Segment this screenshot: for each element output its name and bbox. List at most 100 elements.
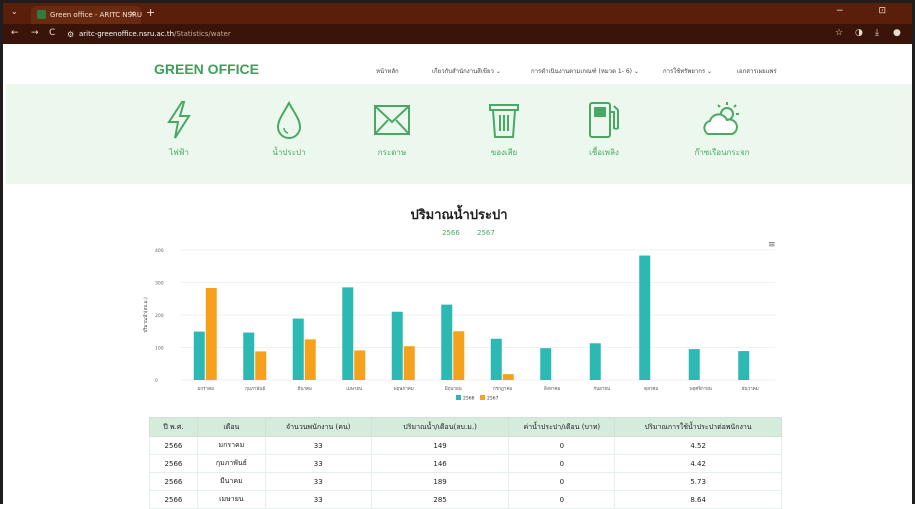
cell-cost: 0 — [508, 472, 616, 491]
site-header: GREEN OFFICE หน้าหลัก เกี่ยวกับสำนักงานส… — [6, 44, 912, 84]
category-paper[interactable]: กระดาษ — [352, 100, 432, 159]
cell-month: มีนาคม — [196, 472, 266, 491]
site-info-icon[interactable]: ⚙ — [67, 28, 74, 41]
cell-staff: 33 — [264, 436, 372, 455]
cell-year: 2566 — [149, 454, 198, 473]
bar-2567 — [502, 374, 514, 380]
back-button[interactable]: ← — [11, 28, 19, 38]
nav-home[interactable]: หน้าหลัก — [376, 66, 399, 76]
new-tab-button[interactable]: + — [146, 6, 155, 19]
cell-volume: 189 — [370, 472, 510, 491]
category-label: น้ำประปา — [272, 148, 306, 157]
col-volume: ปริมาณน้ำ/เดือน(ลบ.ม.) — [370, 417, 510, 437]
cell-staff: 33 — [264, 454, 372, 473]
category-electricity[interactable]: ไฟฟ้า — [139, 100, 219, 159]
category-fuel[interactable]: เชื้อเพลิง — [564, 100, 644, 159]
cell-cost: 0 — [508, 454, 616, 473]
tab-search-button[interactable]: ⌄ — [11, 7, 18, 16]
cell-staff: 33 — [264, 490, 372, 509]
x-tick-label: ธันวาคม — [742, 386, 759, 392]
category-water[interactable]: น้ำประปา — [249, 100, 329, 159]
star-icon[interactable]: ☆ — [835, 28, 843, 38]
x-tick-label: สิงหาคม — [544, 386, 561, 392]
x-tick-label: พฤษภาคม — [394, 386, 414, 392]
year-filter-2566[interactable]: 2566 — [442, 229, 460, 237]
y-tick-label: 400 — [155, 248, 164, 254]
x-tick-label: กันยายน — [593, 386, 610, 392]
cell-year: 2566 — [149, 472, 198, 491]
bar-2566 — [688, 349, 700, 380]
nav-about[interactable]: เกี่ยวกับสำนักงานสีเขียว ⌄ — [432, 66, 501, 76]
tab-close-icon[interactable]: × — [129, 9, 136, 18]
col-year: ปี พ.ศ. — [149, 417, 198, 437]
favicon-icon — [37, 10, 46, 19]
cell-cost: 0 — [508, 490, 616, 509]
bar-2566 — [589, 343, 601, 380]
bar-2566 — [193, 331, 205, 380]
bar-2566 — [540, 348, 552, 380]
x-tick-label: กรกฎาคม — [493, 386, 512, 392]
lightning-icon — [167, 101, 191, 139]
y-axis-label: ปริมาณน้ำ(ลบ.ม.) — [143, 297, 149, 333]
table-row: 2566 เมษายน 33 285 0 8.64 — [149, 490, 782, 509]
x-tick-label: มีนาคม — [297, 386, 312, 392]
nav-resources[interactable]: การใช้ทรัพยากร ⌄ — [663, 66, 712, 76]
bar-2567 — [205, 288, 217, 380]
cell-month: มกราคม — [196, 436, 266, 455]
nav-criteria[interactable]: การดำเนินงานตามเกณฑ์ (หมวด 1- 6) ⌄ — [531, 66, 639, 76]
url-field[interactable]: ⚙ aritc-greenoffice.nsru.ac.th/Statistic… — [65, 28, 825, 41]
water-usage-chart: 0 100 200 300 400 ปริมาณน้ำ(ลบ.ม.) มกราคม กุมภา… — [143, 248, 775, 402]
bar-2566 — [441, 304, 453, 380]
bar-2566 — [342, 287, 354, 380]
legend-label: 2567 — [487, 396, 499, 402]
legend-swatch — [480, 395, 485, 400]
download-icon[interactable]: ⤓ — [875, 28, 879, 38]
category-waste[interactable]: ของเสีย — [464, 100, 544, 159]
site-logo[interactable]: GREEN OFFICE — [154, 61, 259, 77]
url-host: aritc-greenoffice.nsru.ac.th — [79, 30, 175, 38]
col-cost: ค่าน้ำประปา/เดือน (บาท) — [508, 417, 616, 437]
tab-green-office[interactable]: Green office - ARITC NSRU × — [31, 6, 142, 24]
y-tick-label: 100 — [155, 346, 164, 352]
page: GREEN OFFICE หน้าหลัก เกี่ยวกับสำนักงานส… — [6, 44, 912, 509]
x-tick-label: มกราคม — [197, 386, 214, 392]
category-label: กระดาษ — [377, 148, 407, 157]
url-path: /Statistics/water — [174, 30, 231, 38]
address-bar: ← → C ⚙ aritc-greenoffice.nsru.ac.th/Sta… — [3, 24, 912, 44]
cell-per-staff: 5.73 — [614, 472, 782, 491]
paper-envelope-icon — [374, 105, 410, 135]
cell-staff: 33 — [264, 472, 372, 491]
legend-swatch — [456, 395, 461, 400]
tab-bar: ⌄ Green office - ARITC NSRU × + − ⊡ — [3, 3, 912, 24]
y-tick-label: 300 — [155, 281, 164, 287]
cell-per-staff: 8.64 — [614, 490, 782, 509]
reload-button[interactable]: C — [49, 28, 55, 38]
browser-window: ⌄ Green office - ARITC NSRU × + − ⊡ ← → … — [0, 0, 915, 509]
profile-icon[interactable]: ● — [893, 28, 901, 38]
table-row: 2566 มกราคม 33 149 0 4.52 — [149, 436, 782, 455]
category-label: เชื้อเพลิง — [589, 148, 619, 157]
category-label: ก๊าซเรือนกระจก — [694, 148, 750, 157]
trash-bin-icon — [489, 104, 519, 138]
legend-label: 2566 — [463, 396, 475, 402]
category-label: ไฟฟ้า — [169, 148, 189, 157]
table-row: 2566 กุมภาพันธ์ 33 146 0 4.42 — [149, 454, 782, 473]
cell-volume: 146 — [370, 454, 510, 473]
x-tick-label: กุมภาพันธ์ — [245, 385, 265, 392]
bar-2567 — [304, 339, 316, 380]
bar-2566 — [639, 255, 651, 380]
cell-month: เมษายน — [196, 490, 266, 509]
year-filter-2567[interactable]: 2567 — [477, 229, 495, 237]
x-tick-label: ตุลาคม — [644, 387, 658, 392]
extension-icon[interactable]: ◑ — [855, 28, 863, 38]
nav-documents[interactable]: เอกสารเผยแพร่ — [737, 66, 777, 76]
x-tick-label: พฤศจิกายน — [690, 386, 712, 392]
category-greenhouse-gas[interactable]: ก๊าซเรือนกระจก — [682, 100, 762, 159]
forward-button[interactable]: → — [31, 28, 39, 38]
col-month: เดือน — [196, 417, 266, 437]
y-tick-label: 0 — [155, 378, 158, 384]
table-row: 2566 มีนาคม 33 189 0 5.73 — [149, 472, 782, 491]
bar-2567 — [255, 351, 267, 380]
category-label: ของเสีย — [490, 148, 518, 157]
window-controls[interactable]: − ⊡ — [836, 6, 902, 16]
